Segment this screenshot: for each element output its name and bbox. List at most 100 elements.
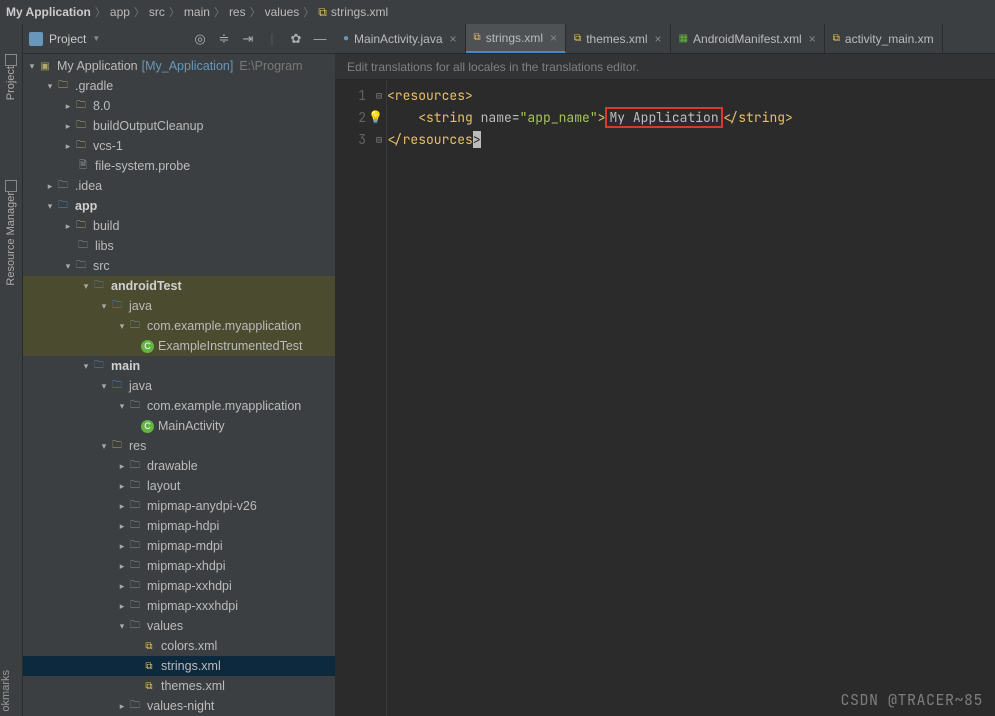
expand-icon[interactable]: ≑ xyxy=(215,30,233,48)
project-tool-label: Project xyxy=(5,66,17,100)
folder-icon: 🗀 xyxy=(73,119,89,133)
divider: | xyxy=(263,30,281,48)
tree-java1[interactable]: ▾🗀java xyxy=(23,296,335,316)
code-editor[interactable]: 1⊟ 2💡 3⊟ <resources> <string name="app_n… xyxy=(335,80,995,716)
folder-icon: 🗀 xyxy=(91,279,107,293)
crumb-values[interactable]: values xyxy=(265,5,300,19)
folder-icon: 🗀 xyxy=(73,259,89,273)
intention-bulb-icon[interactable]: 💡 xyxy=(368,109,383,125)
tree-mainactivity[interactable]: CMainActivity xyxy=(23,416,335,436)
chevron-right-icon: 〉 xyxy=(169,4,180,20)
crumb-src[interactable]: src xyxy=(149,5,165,19)
close-icon[interactable]: × xyxy=(809,32,816,46)
tree-probe[interactable]: 🗎file-system.probe xyxy=(23,156,335,176)
tree-themes[interactable]: ⧉themes.xml xyxy=(23,676,335,696)
chevron-right-icon: 〉 xyxy=(214,4,225,20)
project-view-dropdown-icon[interactable]: ▼ xyxy=(92,34,100,43)
tree-res[interactable]: ▾🗀res xyxy=(23,436,335,456)
tree-colors[interactable]: ⧉colors.xml xyxy=(23,636,335,656)
tree-m1[interactable]: ▸🗀mipmap-anydpi-v26 xyxy=(23,496,335,516)
tree-values[interactable]: ▾🗀values xyxy=(23,616,335,636)
tree-gradle[interactable]: ▾🗀.gradle xyxy=(23,76,335,96)
module-icon: 🗀 xyxy=(55,199,71,213)
crumb-app[interactable]: app xyxy=(110,5,130,19)
hide-icon[interactable]: — xyxy=(311,30,329,48)
folder-icon: 🗀 xyxy=(127,579,143,593)
fold-icon[interactable]: ⊟ xyxy=(376,89,382,102)
folder-icon: 🗀 xyxy=(127,459,143,473)
tree-vcs[interactable]: ▸🗀vcs-1 xyxy=(23,136,335,156)
tab-mainactivity[interactable]: ●MainActivity.java× xyxy=(335,24,466,53)
target-icon[interactable]: ◎ xyxy=(191,30,209,48)
resource-manager-tool-button[interactable]: Resource Manager xyxy=(5,180,17,286)
xml-file-icon: ⧉ xyxy=(141,679,157,693)
project-view-title[interactable]: Project xyxy=(49,32,86,46)
tab-strings[interactable]: ⧉strings.xml× xyxy=(466,24,567,53)
tree-values-night[interactable]: ▸🗀values-night xyxy=(23,696,335,716)
tree-pkg2[interactable]: ▾🗀com.example.myapplication xyxy=(23,396,335,416)
crumb-res[interactable]: res xyxy=(229,5,246,19)
tree-pkg1[interactable]: ▾🗀com.example.myapplication xyxy=(23,316,335,336)
tree-m5[interactable]: ▸🗀mipmap-xxhdpi xyxy=(23,576,335,596)
tree-layout[interactable]: ▸🗀layout xyxy=(23,476,335,496)
tree-strings[interactable]: ⧉strings.xml xyxy=(23,656,335,676)
folder-icon: 🗀 xyxy=(127,539,143,553)
text-cursor: > xyxy=(473,131,481,148)
class-icon: C xyxy=(141,340,154,353)
tree-java2[interactable]: ▾🗀java xyxy=(23,376,335,396)
tree-app[interactable]: ▾🗀app xyxy=(23,196,335,216)
project-tool-button[interactable]: Project xyxy=(5,54,17,100)
package-icon: 🗀 xyxy=(127,399,143,413)
folder-icon: 🗀 xyxy=(91,359,107,373)
project-tree[interactable]: ▾▣ My Application [My_Application] E:\Pr… xyxy=(23,54,335,716)
chevron-right-icon: 〉 xyxy=(95,4,106,20)
folder-icon: 🗀 xyxy=(75,239,91,253)
tree-buildoutput[interactable]: ▸🗀buildOutputCleanup xyxy=(23,116,335,136)
gear-icon[interactable]: ✿ xyxy=(287,30,305,48)
close-icon[interactable]: × xyxy=(550,31,557,45)
tree-m2[interactable]: ▸🗀mipmap-hdpi xyxy=(23,516,335,536)
tree-root[interactable]: ▾▣ My Application [My_Application] E:\Pr… xyxy=(23,56,335,76)
main-layout: Project Resource Manager Project ▼ ◎ ≑ ⇥… xyxy=(0,24,995,716)
left-tool-rail: Project Resource Manager xyxy=(0,24,23,716)
tree-drawable[interactable]: ▸🗀drawable xyxy=(23,456,335,476)
file-icon: 🗎 xyxy=(75,159,91,173)
tree-build[interactable]: ▸🗀build xyxy=(23,216,335,236)
close-icon[interactable]: × xyxy=(450,32,457,46)
tree-idea[interactable]: ▸🗀.idea xyxy=(23,176,335,196)
xml-file-icon: ⧉ xyxy=(574,33,581,44)
tree-test1[interactable]: CExampleInstrumentedTest xyxy=(23,336,335,356)
fold-icon[interactable]: ⊟ xyxy=(376,133,382,146)
code-content[interactable]: <resources> <string name="app_name">My A… xyxy=(387,80,793,716)
tree-m4[interactable]: ▸🗀mipmap-xhdpi xyxy=(23,556,335,576)
tab-themes[interactable]: ⧉themes.xml× xyxy=(566,24,671,53)
folder-icon: 🗀 xyxy=(73,99,89,113)
tree-80[interactable]: ▸🗀8.0 xyxy=(23,96,335,116)
tree-main[interactable]: ▾🗀main xyxy=(23,356,335,376)
translation-hint-bar[interactable]: Edit translations for all locales in the… xyxy=(335,54,995,80)
java-file-icon: ● xyxy=(343,33,349,44)
tree-libs[interactable]: 🗀libs xyxy=(23,236,335,256)
crumb-main[interactable]: main xyxy=(184,5,210,19)
manifest-file-icon: ▦ xyxy=(679,33,688,44)
class-icon: C xyxy=(141,420,154,433)
tree-src[interactable]: ▾🗀src xyxy=(23,256,335,276)
crumb-file[interactable]: strings.xml xyxy=(331,5,388,19)
tab-manifest[interactable]: ▦AndroidManifest.xml× xyxy=(671,24,825,53)
resource-manager-label: Resource Manager xyxy=(5,192,17,286)
xml-file-icon: ⧉ xyxy=(318,5,327,20)
tree-m3[interactable]: ▸🗀mipmap-mdpi xyxy=(23,536,335,556)
tab-activity-main[interactable]: ⧉activity_main.xm xyxy=(825,24,943,53)
tree-m6[interactable]: ▸🗀mipmap-xxxhdpi xyxy=(23,596,335,616)
bookmarks-tool-button[interactable]: okmarks xyxy=(0,670,12,712)
tree-androidtest[interactable]: ▾🗀androidTest xyxy=(23,276,335,296)
folder-icon: 🗀 xyxy=(127,619,143,633)
watermark: CSDN @TRACER~85 xyxy=(840,690,983,710)
close-icon[interactable]: × xyxy=(655,32,662,46)
collapse-icon[interactable]: ⇥ xyxy=(239,30,257,48)
folder-icon: 🗀 xyxy=(73,219,89,233)
crumb-root[interactable]: My Application xyxy=(6,5,91,19)
chevron-right-icon: 〉 xyxy=(250,4,261,20)
folder-icon: 🗀 xyxy=(127,499,143,513)
project-icon: ▣ xyxy=(37,59,53,73)
